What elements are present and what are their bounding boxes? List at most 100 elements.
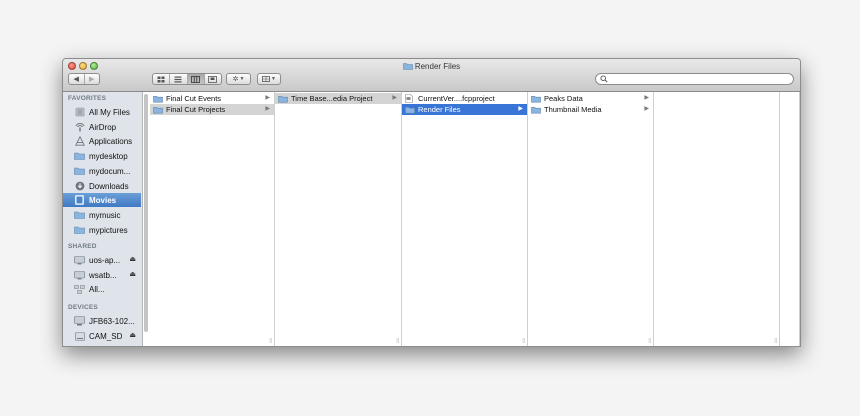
- folder-icon: [74, 225, 85, 235]
- folder-icon: [531, 106, 541, 114]
- movies-icon: [74, 195, 85, 205]
- applications-icon: [74, 136, 85, 146]
- browser-column-3: CurrentVer....fcpproject Render Files ▶ ||: [402, 92, 528, 346]
- sidebar-item-label: Movies: [89, 195, 117, 205]
- folder-item[interactable]: Time Base...edia Project ▶: [275, 93, 401, 104]
- folder-item[interactable]: Thumbnail Media ▶: [528, 104, 653, 115]
- chevron-right-icon: ▶: [89, 76, 95, 83]
- forward-button[interactable]: ▶: [83, 74, 100, 84]
- eject-icon[interactable]: ⏏: [129, 255, 136, 263]
- dropdown-arrow-icon: ▼: [271, 76, 276, 82]
- arrange-button[interactable]: ▼: [257, 73, 281, 85]
- sidebar-item-label: All...: [89, 284, 105, 294]
- folder-icon: [153, 106, 163, 114]
- list-view-button[interactable]: [169, 74, 186, 84]
- sidebar-item-label: uos-ap...: [89, 255, 121, 265]
- browser-column-4: Peaks Data ▶ Thumbnail Media ▶ ||: [528, 92, 654, 346]
- disclosure-arrow-icon: ▶: [644, 106, 649, 112]
- sidebar-item-mymusic[interactable]: mymusic: [63, 208, 141, 222]
- back-button[interactable]: ◀: [69, 74, 84, 84]
- gear-icon: ✲: [232, 76, 239, 83]
- action-button[interactable]: ✲ ▼: [226, 73, 251, 85]
- sidebar-item-label: JFB63-102...: [89, 316, 135, 326]
- network-icon: [74, 284, 85, 294]
- list-view-icon: [174, 76, 182, 82]
- folder-item[interactable]: Final Cut Events ▶: [150, 93, 274, 104]
- sidebar-item-all-my-files[interactable]: All My Files: [63, 105, 141, 119]
- file-item[interactable]: CurrentVer....fcpproject: [402, 93, 527, 104]
- column-resize-handle[interactable]: ||: [648, 338, 651, 344]
- coverflow-view-button[interactable]: [203, 74, 221, 84]
- column-resize-handle[interactable]: ||: [269, 338, 272, 344]
- drive-icon: [74, 331, 85, 341]
- sidebar-item-mydesktop[interactable]: mydesktop: [63, 149, 141, 163]
- eject-icon[interactable]: ⏏: [129, 270, 136, 278]
- sidebar-item-wsatb[interactable]: wsatb... ⏏: [63, 268, 141, 282]
- column-resize-handle[interactable]: ||: [522, 338, 525, 344]
- sidebar-item-airdrop[interactable]: AirDrop: [63, 120, 141, 134]
- folder-item[interactable]: Peaks Data ▶: [528, 93, 653, 104]
- sidebar-item-label: mypictures: [89, 225, 128, 235]
- column-view-icon: [191, 75, 201, 83]
- sidebar-item-movies[interactable]: Movies: [63, 193, 141, 207]
- sidebar-item-all[interactable]: All...: [63, 282, 141, 296]
- sidebar-item-uos-ap[interactable]: uos-ap... ⏏: [63, 253, 141, 267]
- folder-icon: [405, 106, 415, 114]
- sidebar-header-devices: DEVICES: [68, 304, 98, 311]
- icon-view-button[interactable]: [153, 74, 169, 84]
- dropdown-arrow-icon: ▼: [239, 76, 245, 82]
- folder-icon: [403, 62, 413, 73]
- item-label: Thumbnail Media: [544, 105, 602, 114]
- sidebar-item-label: wsatb...: [89, 270, 117, 280]
- item-label: Render Files: [418, 105, 461, 114]
- window-title-text: Render Files: [414, 62, 461, 71]
- document-icon: [405, 94, 415, 103]
- airdrop-icon: [74, 122, 85, 132]
- display-icon: [74, 270, 85, 280]
- sidebar-item-applications[interactable]: Applications: [63, 134, 141, 148]
- browser-column-1: Final Cut Events ▶ Final Cut Projects ▶ ||: [150, 92, 275, 346]
- disclosure-arrow-icon: ▶: [265, 95, 270, 101]
- column-resize-handle[interactable]: ||: [396, 338, 399, 344]
- item-label: Final Cut Projects: [166, 105, 226, 114]
- view-mode-control: [152, 73, 222, 85]
- folder-icon: [74, 151, 85, 161]
- sidebar-header-shared: SHARED: [68, 243, 97, 250]
- finder-window: Render Files ◀ ▶ ✲ ▼ ▼ FAVORITES All My …: [62, 58, 801, 347]
- downloads-icon: [74, 181, 85, 191]
- folder-item[interactable]: Final Cut Projects ▶: [150, 104, 274, 115]
- column-view-button[interactable]: [186, 74, 204, 84]
- search-icon: [600, 75, 608, 83]
- sidebar-item-label: Applications: [89, 136, 133, 146]
- sidebar-item-label: CAM_SD: [89, 331, 123, 341]
- sidebar-item-mydocum[interactable]: mydocum...: [63, 164, 141, 178]
- search-field[interactable]: [595, 73, 794, 85]
- folder-icon: [74, 210, 85, 220]
- computer-icon: [74, 316, 85, 326]
- back-forward-control: ◀ ▶: [68, 73, 100, 85]
- folder-icon: [153, 95, 163, 103]
- sidebar-item-label: mydocum...: [89, 166, 131, 176]
- column-resize-handle[interactable]: ||: [774, 338, 777, 344]
- sidebar: FAVORITES All My Files AirDrop Applications…: [63, 92, 143, 346]
- sidebar-item-jfb63-102[interactable]: JFB63-102...: [63, 314, 141, 328]
- sidebar-item-mypictures[interactable]: mypictures: [63, 223, 141, 237]
- sidebar-item-downloads[interactable]: Downloads: [63, 179, 141, 193]
- sidebar-item-cam-sd[interactable]: CAM_SD ⏏: [63, 329, 141, 343]
- display-icon: [74, 255, 85, 265]
- browser-column-5: ||: [654, 92, 780, 346]
- disclosure-arrow-icon: ▶: [518, 106, 523, 112]
- sidebar-item-label: All My Files: [89, 107, 130, 117]
- item-label: CurrentVer....fcpproject: [418, 94, 495, 103]
- window-title: Render Files: [63, 61, 800, 72]
- titlebar: Render Files ◀ ▶ ✲ ▼ ▼: [63, 59, 800, 92]
- sidebar-scrollbar[interactable]: [144, 94, 148, 332]
- sidebar-item-label: mymusic: [89, 210, 121, 220]
- chevron-left-icon: ◀: [73, 76, 79, 83]
- item-label: Peaks Data: [544, 94, 583, 103]
- disclosure-arrow-icon: ▶: [644, 95, 649, 101]
- eject-icon[interactable]: ⏏: [129, 331, 136, 339]
- sidebar-item-label: Downloads: [89, 181, 129, 191]
- folder-item[interactable]: Render Files ▶: [402, 104, 527, 115]
- all-files-icon: [74, 107, 85, 117]
